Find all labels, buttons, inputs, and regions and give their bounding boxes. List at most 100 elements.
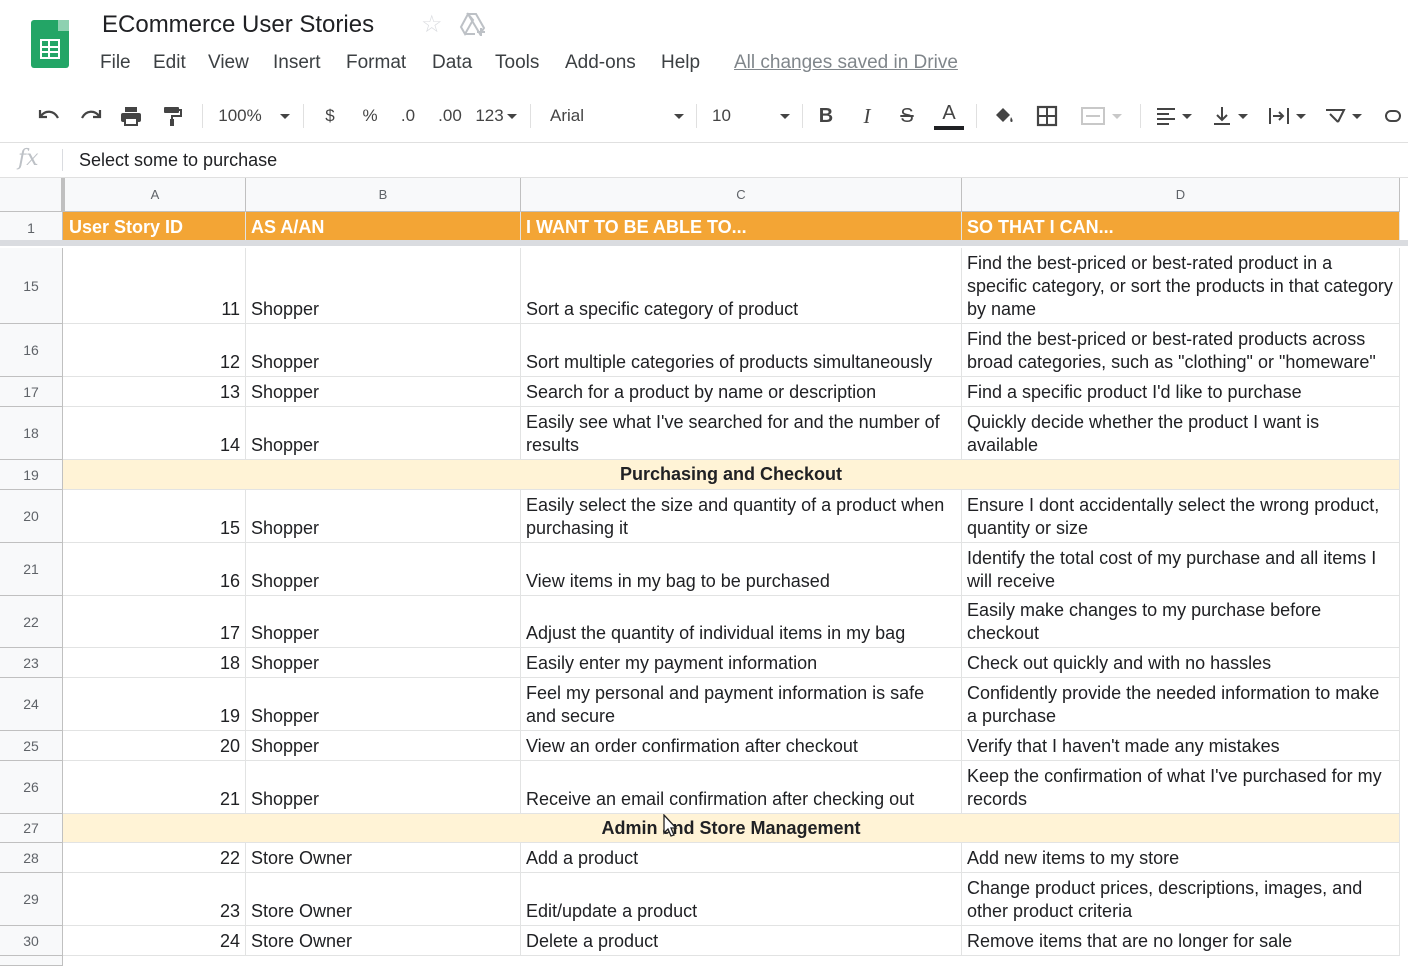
cell-want[interactable]: Edit/update a product (521, 873, 962, 926)
row-number[interactable]: 28 (0, 843, 63, 873)
text-color-button[interactable]: A (932, 92, 966, 140)
horizontal-align-icon[interactable] (1150, 92, 1198, 140)
row-number[interactable]: 29 (0, 873, 63, 926)
menu-data[interactable]: Data (432, 52, 472, 74)
column-header-d[interactable]: D (962, 178, 1400, 212)
document-title[interactable]: ECommerce User Stories (102, 11, 374, 39)
menu-insert[interactable]: Insert (273, 52, 321, 74)
cell-want[interactable]: Easily enter my payment information (521, 648, 962, 678)
cell-so-that[interactable]: Verify that I haven't made any mistakes (962, 731, 1400, 761)
menu-tools[interactable]: Tools (495, 52, 539, 74)
row-number[interactable]: 18 (0, 407, 63, 460)
select-all-corner[interactable] (0, 178, 65, 212)
cell-role[interactable]: Shopper (246, 678, 521, 731)
font-family-select[interactable]: Arial (550, 92, 684, 140)
cell-user-story-id[interactable]: 24 (63, 926, 246, 956)
cell-role[interactable]: Shopper (246, 407, 521, 460)
cell-user-story-id[interactable]: 19 (63, 678, 246, 731)
cell-role[interactable]: Shopper (246, 543, 521, 596)
cell-so-that[interactable]: Remove items that are no longer for sale (962, 926, 1400, 956)
cell-want[interactable]: Search for a product by name or descript… (521, 377, 962, 407)
cell-role[interactable]: Shopper (246, 490, 521, 543)
cell-so-that[interactable]: Add new items to my store (962, 843, 1400, 873)
menu-edit[interactable]: Edit (153, 52, 186, 74)
column-header-a[interactable]: A (65, 178, 246, 212)
cell-so-that[interactable]: Change product prices, descriptions, ima… (962, 873, 1400, 926)
cell-so-that[interactable]: Find the best-priced or best-rated produ… (962, 248, 1400, 324)
cell-user-story-id[interactable]: 18 (63, 648, 246, 678)
more-formats-select[interactable]: 123 (473, 92, 519, 140)
save-status-link[interactable]: All changes saved in Drive (734, 52, 958, 74)
undo-icon[interactable] (34, 92, 64, 140)
row-number-partial[interactable] (0, 956, 63, 966)
cell-want[interactable]: Sort multiple categories of products sim… (521, 324, 962, 377)
borders-icon[interactable] (1032, 92, 1062, 140)
paint-format-icon[interactable] (157, 92, 187, 140)
cell-role[interactable]: Shopper (246, 248, 521, 324)
row-number[interactable]: 22 (0, 596, 63, 648)
cell-user-story-id[interactable]: 22 (63, 843, 246, 873)
row-number[interactable]: 15 (0, 248, 63, 324)
cell-user-story-id[interactable]: 21 (63, 761, 246, 814)
cell-user-story-id[interactable]: 11 (63, 248, 246, 324)
cell-user-story-id[interactable]: 15 (63, 490, 246, 543)
row-number[interactable]: 30 (0, 926, 63, 956)
cell-want[interactable]: Delete a product (521, 926, 962, 956)
currency-format-button[interactable]: $ (316, 92, 344, 140)
cell-user-story-id[interactable]: 23 (63, 873, 246, 926)
cell-role[interactable]: Store Owner (246, 843, 521, 873)
cell-user-story-id[interactable]: 16 (63, 543, 246, 596)
text-wrapping-icon[interactable] (1262, 92, 1312, 140)
cell-role[interactable]: Shopper (246, 377, 521, 407)
menu-help[interactable]: Help (661, 52, 700, 74)
row-number[interactable]: 24 (0, 678, 63, 731)
cell-user-story-id[interactable]: 20 (63, 731, 246, 761)
column-header-c[interactable]: C (521, 178, 962, 212)
cell-want[interactable]: Add a product (521, 843, 962, 873)
row-number[interactable]: 17 (0, 377, 63, 407)
vertical-align-icon[interactable] (1206, 92, 1254, 140)
star-icon[interactable]: ☆ (421, 10, 443, 39)
row-number[interactable]: 25 (0, 731, 63, 761)
row-number[interactable]: 26 (0, 761, 63, 814)
cell-user-story-id[interactable]: 12 (63, 324, 246, 377)
sheets-logo-icon[interactable] (31, 20, 69, 68)
cell-want[interactable]: Easily select the size and quantity of a… (521, 490, 962, 543)
print-icon[interactable] (116, 92, 146, 140)
fill-color-icon[interactable] (988, 92, 1020, 140)
cell-want[interactable]: Adjust the quantity of individual items … (521, 596, 962, 648)
section-header-admin[interactable]: Admin and Store Management (63, 814, 1400, 843)
insert-link-icon[interactable] (1384, 92, 1408, 140)
cell-role[interactable]: Store Owner (246, 873, 521, 926)
cell-so-that[interactable]: Find the best-priced or best-rated produ… (962, 324, 1400, 377)
cell-role[interactable]: Store Owner (246, 926, 521, 956)
cell-want[interactable]: View items in my bag to be purchased (521, 543, 962, 596)
row-number[interactable]: 16 (0, 324, 63, 377)
column-header-b[interactable]: B (246, 178, 521, 212)
menu-format[interactable]: Format (346, 52, 406, 74)
row-number[interactable]: 23 (0, 648, 63, 678)
menu-file[interactable]: File (100, 52, 131, 74)
menu-view[interactable]: View (208, 52, 249, 74)
cell-want[interactable]: Feel my personal and payment information… (521, 678, 962, 731)
cell-role[interactable]: Shopper (246, 596, 521, 648)
move-to-drive-icon[interactable] (459, 12, 487, 38)
row-number[interactable]: 27 (0, 814, 63, 843)
cell-so-that[interactable]: Quickly decide whether the product I wan… (962, 407, 1400, 460)
formula-input[interactable]: Select some to purchase (79, 150, 277, 171)
cell-so-that[interactable]: Confidently provide the needed informati… (962, 678, 1400, 731)
row-number[interactable]: 20 (0, 490, 63, 543)
cell-so-that[interactable]: Find a specific product I'd like to purc… (962, 377, 1400, 407)
cell-user-story-id[interactable]: 13 (63, 377, 246, 407)
cell-user-story-id[interactable]: 14 (63, 407, 246, 460)
increase-decimal-button[interactable]: .00 (434, 92, 466, 140)
zoom-select[interactable]: 100% (212, 92, 296, 140)
cell-want[interactable]: Easily see what I've searched for and th… (521, 407, 962, 460)
cell-want[interactable]: Receive an email confirmation after chec… (521, 761, 962, 814)
bold-button[interactable]: B (812, 92, 840, 140)
cell-so-that[interactable]: Check out quickly and with no hassles (962, 648, 1400, 678)
cell-want[interactable]: Sort a specific category of product (521, 248, 962, 324)
cell-want[interactable]: View an order confirmation after checkou… (521, 731, 962, 761)
percent-format-button[interactable]: % (356, 92, 384, 140)
section-header-purchasing[interactable]: Purchasing and Checkout (63, 460, 1400, 490)
